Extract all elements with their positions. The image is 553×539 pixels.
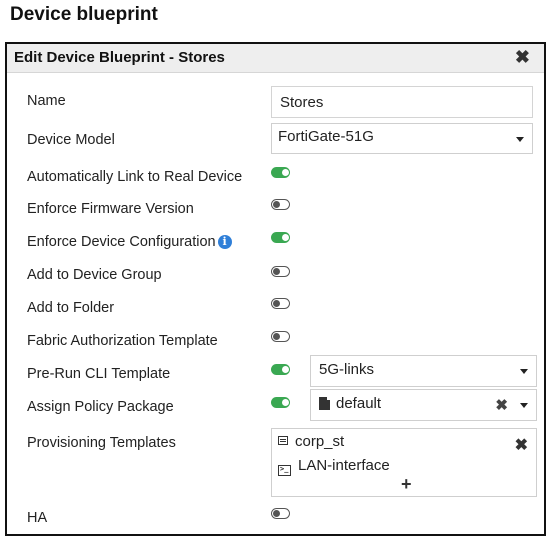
page-title: Device blueprint xyxy=(10,4,158,25)
list-item: >_ LAN-interface xyxy=(278,457,390,476)
name-input[interactable] xyxy=(271,86,533,118)
toggle-knob xyxy=(282,366,289,373)
toggle-knob xyxy=(273,200,280,208)
folder-label: Add to Folder xyxy=(27,300,115,316)
policy-package-label: Assign Policy Package xyxy=(27,399,174,415)
info-icon[interactable]: i xyxy=(217,235,232,250)
toggle-knob xyxy=(273,267,280,275)
chevron-down-icon xyxy=(520,369,528,374)
enforce-firmware-label: Enforce Firmware Version xyxy=(27,201,194,217)
name-label: Name xyxy=(27,93,66,109)
ha-toggle[interactable] xyxy=(271,508,290,519)
device-model-value: FortiGate-51G xyxy=(278,128,374,145)
enforce-config-label: Enforce Device Configuration xyxy=(27,234,216,250)
provisioning-label: Provisioning Templates xyxy=(27,435,176,451)
policy-package-toggle[interactable] xyxy=(271,397,290,408)
pre-run-cli-value: 5G-links xyxy=(319,361,375,378)
chevron-down-icon xyxy=(516,136,524,142)
close-button[interactable]: ✖ xyxy=(515,45,530,69)
clear-selection-button[interactable]: ✖ xyxy=(495,396,508,414)
dialog-title: Edit Device Blueprint - Stores xyxy=(14,49,225,66)
enforce-config-label-row: Enforce Device Configuration i xyxy=(27,234,232,250)
chevron-down-icon xyxy=(520,403,528,408)
fabric-auth-label: Fabric Authorization Template xyxy=(27,333,218,349)
policy-package-value-wrap: default xyxy=(319,395,381,412)
enforce-config-toggle[interactable] xyxy=(271,232,290,243)
toggle-knob xyxy=(273,332,280,340)
dialog-header: Edit Device Blueprint - Stores ✖ xyxy=(7,44,544,73)
add-template-button[interactable]: + xyxy=(401,475,412,493)
device-model-select[interactable]: FortiGate-51G xyxy=(271,123,533,154)
template-icon xyxy=(278,436,288,445)
cli-script-icon: >_ xyxy=(278,465,291,476)
toggle-knob xyxy=(282,234,289,241)
provisioning-item-label: corp_st xyxy=(295,433,345,450)
fabric-auth-toggle[interactable] xyxy=(271,331,290,342)
toggle-knob xyxy=(282,169,289,176)
folder-toggle[interactable] xyxy=(271,298,290,309)
enforce-firmware-toggle[interactable] xyxy=(271,199,290,210)
provisioning-templates-box[interactable]: corp_st >_ LAN-interface ✖ + xyxy=(271,428,537,497)
list-item: corp_st xyxy=(278,433,344,450)
edit-blueprint-dialog: Edit Device Blueprint - Stores ✖ Name De… xyxy=(5,42,546,536)
auto-link-label: Automatically Link to Real Device xyxy=(27,169,243,185)
policy-package-icon xyxy=(319,397,330,410)
remove-template-button[interactable]: ✖ xyxy=(515,435,528,455)
device-model-label: Device Model xyxy=(27,132,115,148)
pre-run-cli-toggle[interactable] xyxy=(271,364,290,375)
ha-label: HA xyxy=(27,510,48,526)
toggle-knob xyxy=(282,399,289,406)
toggle-knob xyxy=(273,299,280,307)
device-group-toggle[interactable] xyxy=(271,266,290,277)
toggle-knob xyxy=(273,509,280,517)
policy-package-select[interactable]: default ✖ xyxy=(310,389,537,421)
pre-run-cli-label: Pre-Run CLI Template xyxy=(27,366,171,382)
device-group-label: Add to Device Group xyxy=(27,267,162,283)
policy-package-value: default xyxy=(336,395,382,412)
pre-run-cli-select[interactable]: 5G-links xyxy=(310,355,537,387)
provisioning-item-label: LAN-interface xyxy=(298,457,390,474)
auto-link-toggle[interactable] xyxy=(271,167,290,178)
